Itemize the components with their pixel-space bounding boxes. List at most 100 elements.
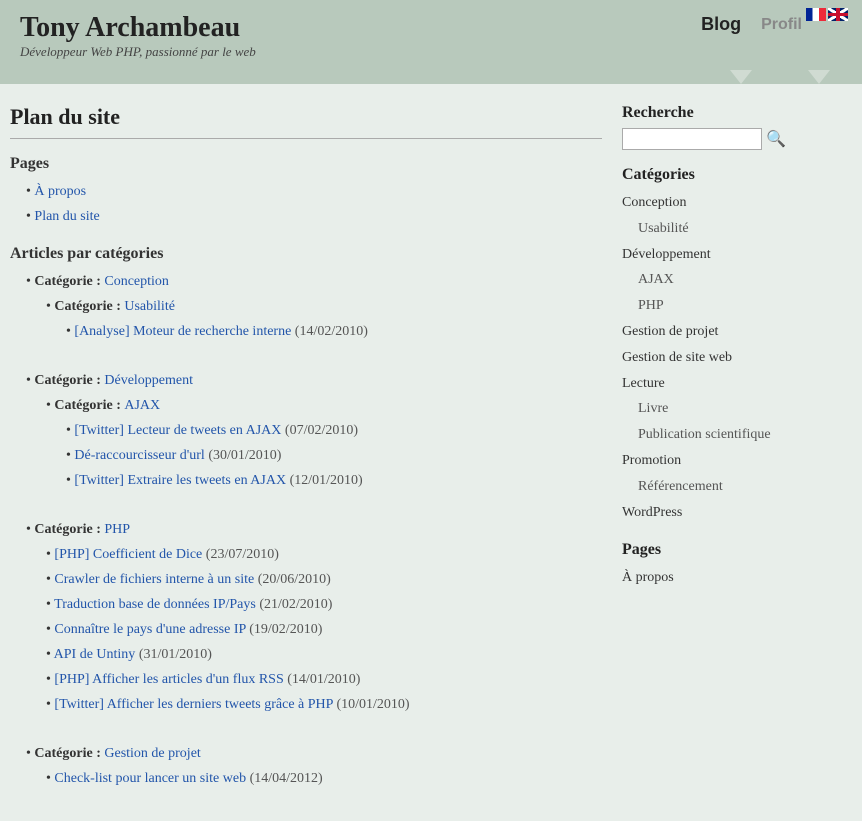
link-plan[interactable]: Plan du site <box>34 209 99 224</box>
list-item: Référencement <box>622 474 842 500</box>
article-date: (14/04/2012) <box>250 771 323 786</box>
list-item: Promotion <box>622 448 842 474</box>
link-apropos[interactable]: À propos <box>34 184 86 199</box>
nav-blog[interactable]: Blog <box>701 14 741 35</box>
sidebar-link-referencement[interactable]: Référencement <box>638 479 723 494</box>
list-item: Conception <box>622 190 842 216</box>
list-item: Lecture <box>622 371 842 397</box>
sidebar-link-usabilite[interactable]: Usabilité <box>638 221 689 236</box>
cat-label: Catégorie : <box>34 274 104 289</box>
articles-section: Articles par catégories Catégorie : Conc… <box>10 245 602 789</box>
link-article[interactable]: [Analyse] Moteur de recherche interne <box>74 324 291 339</box>
flag-french[interactable] <box>806 8 826 21</box>
list-item: [Twitter] Extraire les tweets en AJAX (1… <box>66 470 602 491</box>
sidebar-pages-section: Pages À propos <box>622 541 842 591</box>
article-date: (10/01/2010) <box>336 697 409 712</box>
nav-profil[interactable]: Profil <box>761 16 802 34</box>
main-content: Plan du site Pages À propos Plan du site… <box>10 104 602 801</box>
site-tagline: Développeur Web PHP, passionné par le we… <box>20 44 842 60</box>
cat-label: Catégorie : <box>34 373 104 388</box>
list-item: Gestion de projet <box>622 319 842 345</box>
article-date: (07/02/2010) <box>285 423 358 438</box>
list-item: Livre <box>622 396 842 422</box>
site-header: Tony Archambeau Développeur Web PHP, pas… <box>0 0 862 70</box>
link-article[interactable]: [PHP] Afficher les articles d'un flux RS… <box>54 672 283 687</box>
link-article[interactable]: [Twitter] Lecteur de tweets en AJAX <box>74 423 281 438</box>
link-article[interactable]: [PHP] Coefficient de Dice <box>54 547 202 562</box>
language-flags[interactable] <box>806 8 848 21</box>
search-section: Recherche 🔍 <box>622 104 842 150</box>
link-article[interactable]: Dé-raccourcisseur d'url <box>74 448 204 463</box>
list-item: Catégorie : Usabilité [Analyse] Moteur d… <box>46 296 602 342</box>
nav-arrow-blog <box>730 70 752 84</box>
link-article[interactable]: Traduction base de données IP/Pays <box>54 597 256 612</box>
search-icon[interactable]: 🔍 <box>766 129 786 149</box>
sidebar-link-promotion[interactable]: Promotion <box>622 453 681 468</box>
sidebar-link-conception[interactable]: Conception <box>622 195 687 210</box>
pages-heading: Pages <box>10 155 602 173</box>
list-item: Connaître le pays d'une adresse IP (19/0… <box>46 619 602 640</box>
article-date: (14/01/2010) <box>287 672 360 687</box>
sidebar-link-apropos[interactable]: À propos <box>622 570 674 585</box>
list-item: [Twitter] Lecteur de tweets en AJAX (07/… <box>66 420 602 441</box>
article-date: (31/01/2010) <box>139 647 212 662</box>
article-date: (23/07/2010) <box>206 547 279 562</box>
sidebar-link-gestion-site[interactable]: Gestion de site web <box>622 350 732 365</box>
search-input[interactable] <box>622 128 762 150</box>
list-item: [PHP] Coefficient de Dice (23/07/2010) <box>46 544 602 565</box>
sidebar-link-wordpress[interactable]: WordPress <box>622 505 682 520</box>
link-article[interactable]: Crawler de fichiers interne à un site <box>54 572 254 587</box>
list-item: Check-list pour lancer un site web (14/0… <box>46 768 602 789</box>
link-article[interactable]: Connaître le pays d'une adresse IP <box>54 622 245 637</box>
page-title: Plan du site <box>10 104 602 139</box>
list-item: [PHP] Afficher les articles d'un flux RS… <box>46 669 602 690</box>
cat-gestion-list: Catégorie : Gestion de projet Check-list… <box>26 743 602 789</box>
list-item: API de Untiny (31/01/2010) <box>46 644 602 665</box>
list-item: Développement <box>622 242 842 268</box>
list-item: Catégorie : Gestion de projet Check-list… <box>26 743 602 789</box>
list-item: Crawler de fichiers interne à un site (2… <box>46 569 602 590</box>
search-row: 🔍 <box>622 128 842 150</box>
link-usabilite[interactable]: Usabilité <box>124 299 175 314</box>
sidebar-link-lecture[interactable]: Lecture <box>622 376 665 391</box>
list-item: Catégorie : PHP [PHP] Coefficient de Dic… <box>26 519 602 715</box>
link-article[interactable]: API de Untiny <box>54 647 136 662</box>
article-date: (20/06/2010) <box>258 572 331 587</box>
pages-list: À propos Plan du site <box>26 181 602 227</box>
sidebar-link-livre[interactable]: Livre <box>638 401 668 416</box>
sidebar: Recherche 🔍 Catégories Conception Usabil… <box>622 104 842 801</box>
list-item: Dé-raccourcisseur d'url (30/01/2010) <box>66 445 602 466</box>
cat-label: Catégorie : <box>34 522 104 537</box>
list-item: Catégorie : Conception Catégorie : Usabi… <box>26 271 602 342</box>
link-ajax[interactable]: AJAX <box>124 398 160 413</box>
list-item: À propos <box>26 181 602 202</box>
sidebar-link-developpement[interactable]: Développement <box>622 247 711 262</box>
link-article[interactable]: [Twitter] Afficher les derniers tweets g… <box>54 697 333 712</box>
link-php[interactable]: PHP <box>104 522 130 537</box>
link-conception[interactable]: Conception <box>104 274 169 289</box>
article-date: (12/01/2010) <box>290 473 363 488</box>
link-article[interactable]: [Twitter] Extraire les tweets en AJAX <box>74 473 286 488</box>
sidebar-link-gestion-projet[interactable]: Gestion de projet <box>622 324 718 339</box>
sidebar-pages-list: À propos <box>622 565 842 591</box>
link-article[interactable]: Check-list pour lancer un site web <box>54 771 246 786</box>
sidebar-link-publication[interactable]: Publication scientifique <box>638 427 771 442</box>
list-item: PHP <box>622 293 842 319</box>
flag-english[interactable] <box>828 8 848 21</box>
list-item: WordPress <box>622 500 842 526</box>
articles-heading: Articles par catégories <box>10 245 602 263</box>
sidebar-link-ajax[interactable]: AJAX <box>638 272 674 287</box>
main-nav: Blog Profil <box>701 14 802 35</box>
categories-label: Catégories <box>622 166 842 184</box>
sidebar-link-php[interactable]: PHP <box>638 298 664 313</box>
cat-label: Catégorie : <box>34 746 104 761</box>
link-gestion[interactable]: Gestion de projet <box>104 746 200 761</box>
list-item: Plan du site <box>26 206 602 227</box>
link-developpement[interactable]: Développement <box>104 373 193 388</box>
article-date: (30/01/2010) <box>208 448 281 463</box>
pages-section: Pages À propos Plan du site <box>10 155 602 227</box>
cat-php-list: Catégorie : PHP [PHP] Coefficient de Dic… <box>26 519 602 715</box>
cat-developpement-list: Catégorie : Développement Catégorie : AJ… <box>26 370 602 491</box>
article-date: (19/02/2010) <box>249 622 322 637</box>
cat-label: Catégorie : <box>54 299 124 314</box>
